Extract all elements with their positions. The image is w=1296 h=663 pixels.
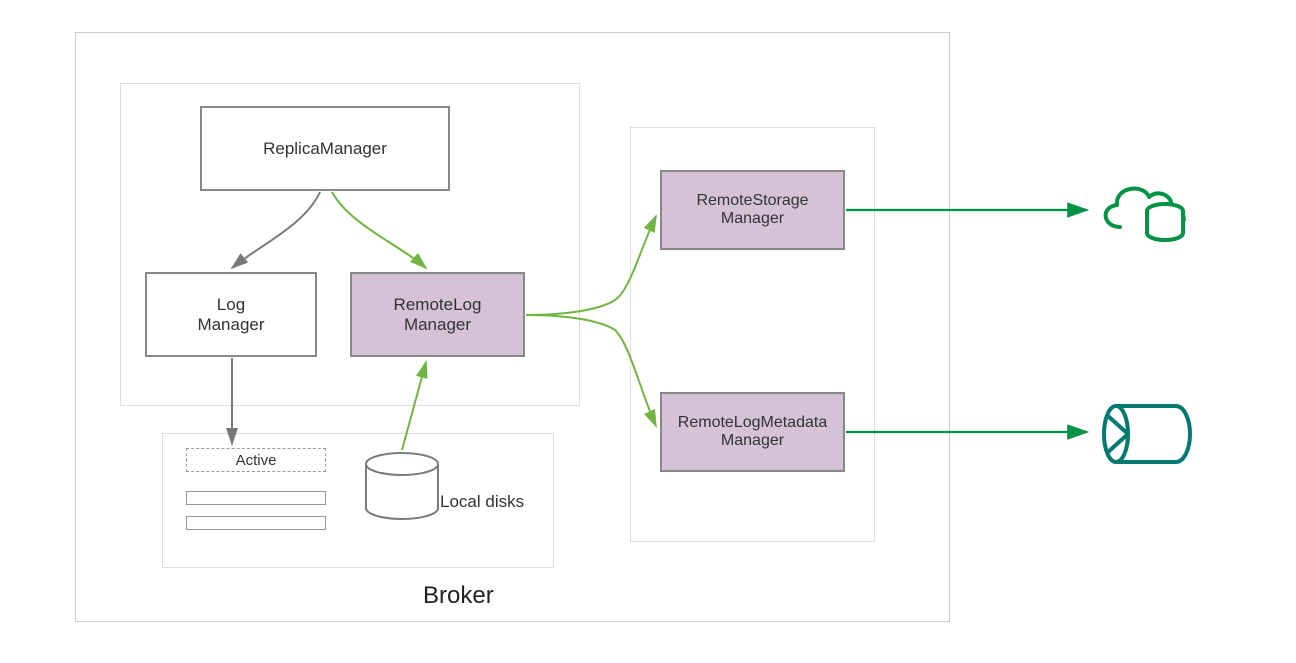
cloud-storage-icon — [1095, 175, 1195, 250]
diagram-canvas: ReplicaManager Log Manager RemoteLog Man… — [0, 0, 1296, 663]
kafka-topic-icon — [1098, 398, 1198, 470]
arrows-layer — [0, 0, 1296, 663]
